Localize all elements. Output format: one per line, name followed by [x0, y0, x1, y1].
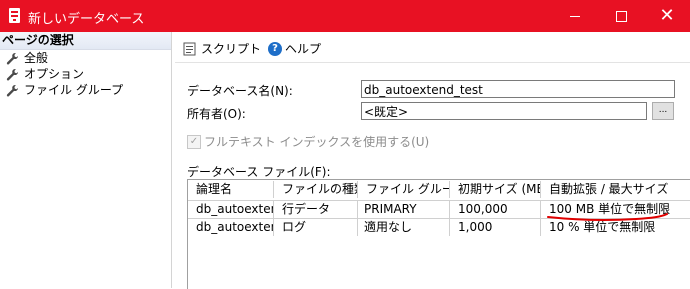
grid-header-row: 論理名 ファイルの種類 ファイル グループ 初期サイズ (MB) 自動拡張 / …	[188, 181, 690, 198]
wrench-icon	[6, 68, 19, 80]
owner-label: 所有者(O):	[187, 107, 246, 121]
help-button[interactable]: ? ヘルプ	[268, 40, 321, 57]
header-initial-size[interactable]: 初期サイズ (MB)	[450, 181, 541, 198]
cell-filegroup[interactable]: 適用なし	[358, 219, 450, 236]
help-label: ヘルプ	[285, 42, 322, 56]
help-icon: ?	[268, 41, 282, 56]
app-icon	[9, 8, 20, 23]
script-label: スクリプト	[201, 42, 262, 56]
db-name-label: データベース名(N):	[187, 84, 293, 98]
db-files-grid: 論理名 ファイルの種類 ファイル グループ 初期サイズ (MB) 自動拡張 / …	[187, 179, 690, 289]
sidebar-item-label: ファイル グループ	[24, 83, 124, 97]
close-button[interactable]: ✕	[644, 0, 690, 32]
script-button[interactable]: スクリプト	[183, 40, 278, 57]
toolbar-divider	[175, 62, 690, 63]
cell-filegroup[interactable]: PRIMARY	[358, 201, 450, 218]
db-files-label: データベース ファイル(F):	[187, 165, 331, 179]
maximize-icon	[615, 10, 627, 22]
header-filegroup[interactable]: ファイル グループ	[358, 181, 450, 198]
page-selector-panel: ページの選択 全般 オプション ファイル グループ	[0, 32, 172, 288]
maximize-button[interactable]	[598, 0, 644, 32]
script-icon	[183, 42, 196, 55]
minimize-button[interactable]	[552, 0, 598, 32]
cell-logical-name[interactable]: db_autoexten…	[188, 219, 274, 236]
owner-input[interactable]: <既定>	[361, 102, 647, 120]
cell-logical-name[interactable]: db_autoexten…	[188, 201, 274, 218]
close-icon: ✕	[659, 5, 675, 26]
fulltext-label: フルテキスト インデックスを使用する(U)	[204, 135, 430, 149]
cell-file-type[interactable]: ログ	[274, 219, 358, 236]
window-title: 新しいデータベース	[28, 12, 145, 27]
annotation-underline	[547, 213, 668, 222]
sidebar-item-label: オプション	[24, 67, 85, 81]
header-autogrowth[interactable]: 自動拡張 / 最大サイズ	[541, 181, 690, 198]
page-selector-header: ページの選択	[0, 32, 171, 50]
sidebar-item-label: 全般	[24, 51, 49, 65]
title-bar: 新しいデータベース ✕	[0, 0, 690, 32]
db-name-input[interactable]: db_autoextend_test	[361, 80, 675, 98]
sidebar-item-options[interactable]: オプション	[0, 66, 171, 82]
minimize-icon	[570, 15, 580, 17]
owner-browse-button[interactable]: ...	[652, 102, 674, 120]
fulltext-checkbox[interactable]: ✓	[187, 134, 201, 149]
cell-initial-size[interactable]: 1,000	[450, 219, 541, 236]
wrench-icon	[6, 52, 19, 64]
fulltext-option[interactable]: ✓ フルテキスト インデックスを使用する(U)	[187, 133, 429, 150]
sidebar-item-filegroups[interactable]: ファイル グループ	[0, 82, 171, 98]
header-file-type[interactable]: ファイルの種類	[274, 181, 358, 198]
cell-file-type[interactable]: 行データ	[274, 201, 358, 218]
sidebar-item-general[interactable]: 全般	[0, 50, 171, 66]
header-logical-name[interactable]: 論理名	[188, 181, 274, 198]
cell-initial-size[interactable]: 100,000	[450, 201, 541, 218]
wrench-icon	[6, 84, 19, 96]
